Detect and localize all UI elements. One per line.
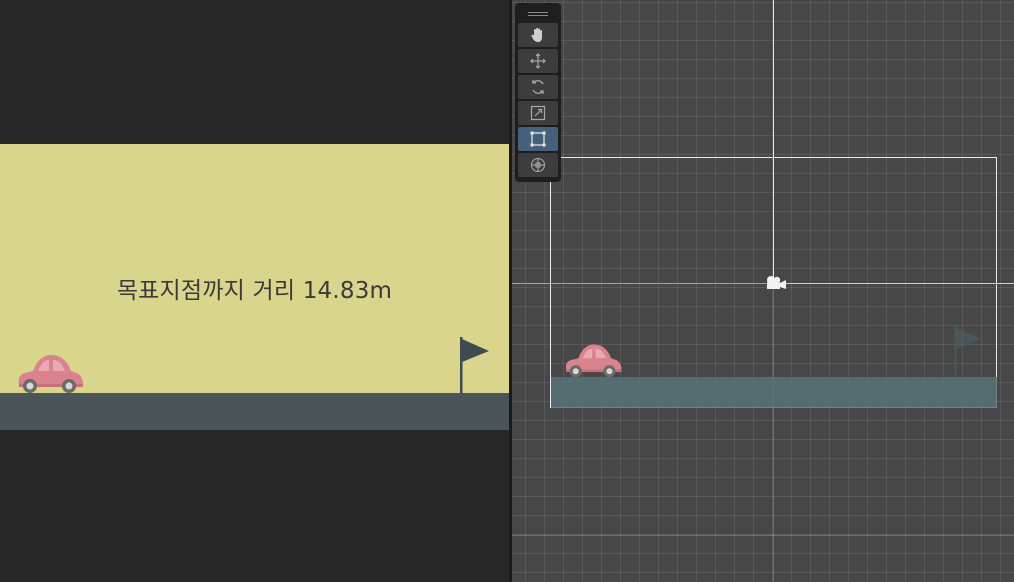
scene-view[interactable] [512, 0, 1014, 582]
scene-tool-palette [515, 3, 561, 182]
rotate-icon [532, 80, 544, 94]
scene-ground-object[interactable] [551, 377, 997, 408]
rect-tool-button[interactable] [518, 127, 558, 151]
scene-flag-object[interactable] [953, 326, 983, 378]
scene-axis-horizontal [512, 535, 1014, 536]
game-ground [0, 393, 509, 430]
car-sprite [18, 355, 84, 393]
distance-label: 목표지점까지 거리 14.83m [116, 278, 393, 304]
game-view[interactable]: 목표지점까지 거리 14.83m [0, 0, 509, 582]
scale-tool-button[interactable] [518, 101, 558, 125]
transform-icon [530, 157, 546, 173]
scene-car-object[interactable] [562, 341, 624, 379]
scale-icon [530, 105, 546, 121]
hand-icon [531, 28, 542, 42]
move-icon [530, 53, 546, 69]
toolbar-drag-handle[interactable] [518, 7, 558, 21]
transform-tool-button[interactable] [518, 153, 558, 177]
rotate-tool-button[interactable] [518, 75, 558, 99]
move-tool-button[interactable] [518, 49, 558, 73]
goal-flag [460, 337, 489, 394]
camera-icon[interactable] [763, 275, 787, 291]
rect-transform-icon [530, 131, 546, 147]
hand-tool-button[interactable] [518, 23, 558, 47]
